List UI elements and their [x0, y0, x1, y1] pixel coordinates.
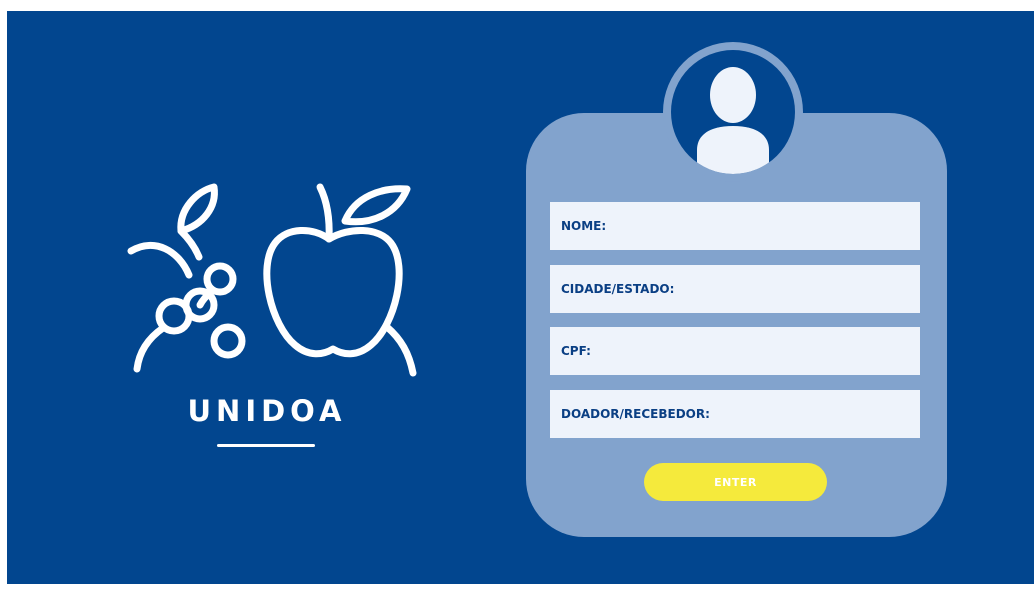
- cpf-label: CPF:: [561, 344, 591, 358]
- name-label: NOME:: [561, 219, 607, 233]
- brand-underline: [217, 444, 315, 447]
- name-input[interactable]: [606, 201, 920, 251]
- enter-button[interactable]: ENTER: [644, 463, 827, 501]
- donor-recipient-field[interactable]: DOADOR/RECEBEDOR:: [550, 389, 920, 439]
- avatar: [663, 42, 803, 182]
- app-screen: UNIDOA NOME: CIDADE/ESTADO: CPF: DOADOR/…: [7, 11, 1034, 584]
- city-state-input[interactable]: [674, 264, 920, 314]
- city-state-label: CIDADE/ESTADO:: [561, 282, 675, 296]
- donor-recipient-input[interactable]: [709, 389, 920, 439]
- brand-name: UNIDOA: [187, 394, 347, 428]
- avatar-circle: [671, 50, 795, 174]
- donor-recipient-label: DOADOR/RECEBEDOR:: [561, 407, 710, 421]
- city-state-field[interactable]: CIDADE/ESTADO:: [550, 264, 920, 314]
- fruits-logo-icon: [127, 183, 417, 377]
- user-avatar-icon: [697, 67, 769, 174]
- cpf-field[interactable]: CPF:: [550, 326, 920, 376]
- name-field[interactable]: NOME:: [550, 201, 920, 251]
- cpf-input[interactable]: [590, 326, 920, 376]
